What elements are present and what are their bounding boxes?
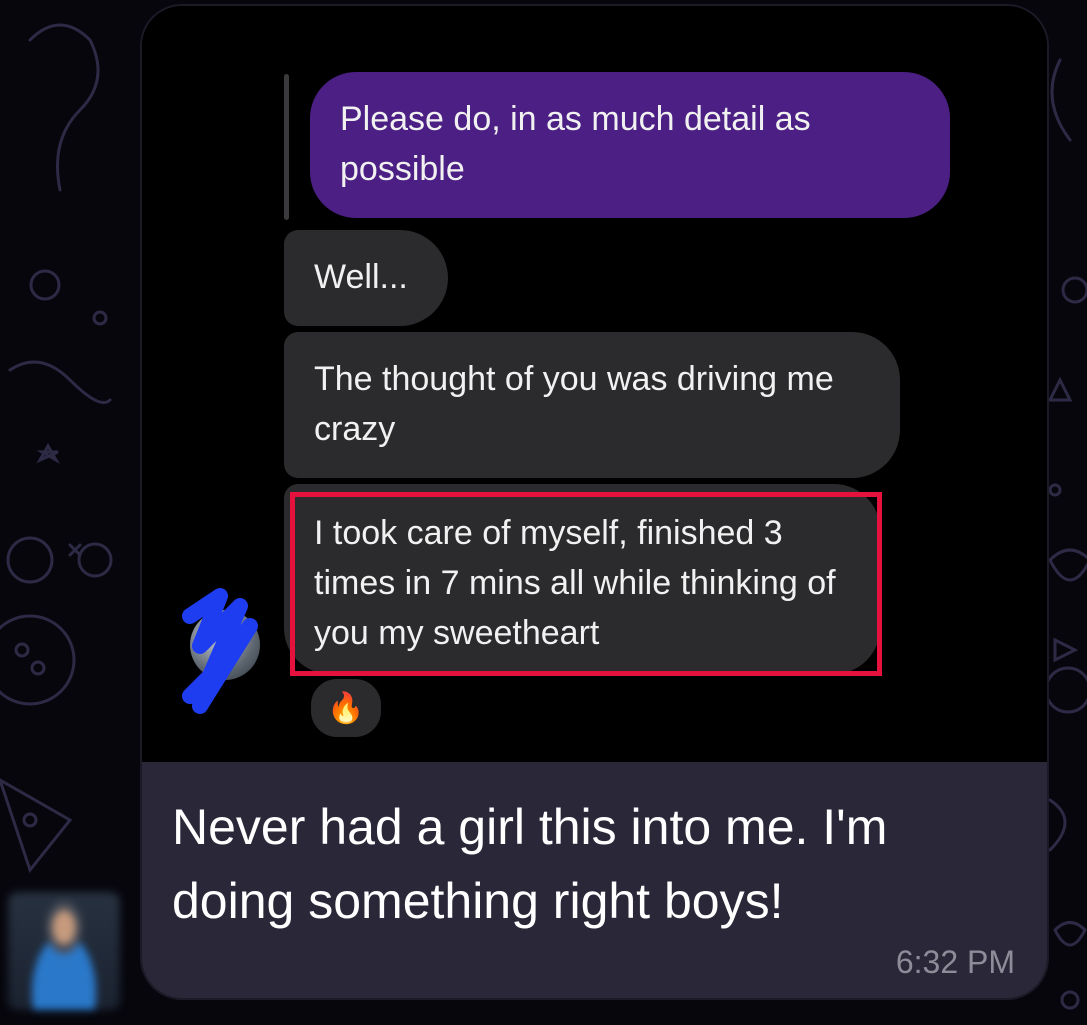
blue-scribble-redaction xyxy=(182,588,258,714)
post-card: Please do, in as much detail as possible… xyxy=(142,6,1047,998)
reply-indicator-bar xyxy=(284,74,289,220)
chat-view: Please do, in as much detail as possible… xyxy=(0,0,1087,1025)
message-bubble-thought: The thought of you was driving me crazy xyxy=(284,332,900,478)
fire-emoji-icon: 🔥 xyxy=(308,676,384,740)
poster-avatar[interactable] xyxy=(8,892,120,1010)
message-bubble-well: Well... xyxy=(284,230,448,326)
quoted-message-bubble: Please do, in as much detail as possible xyxy=(310,72,950,218)
reaction-emoji: 🔥 xyxy=(327,691,365,725)
red-highlight-box xyxy=(290,492,882,676)
post-caption: Never had a girl this into me. I'm doing… xyxy=(172,799,888,929)
caption-area: Never had a girl this into me. I'm doing… xyxy=(142,762,1047,998)
embedded-chat-screenshot: Please do, in as much detail as possible… xyxy=(142,6,1047,762)
message-timestamp: 6:32 PM xyxy=(895,944,1015,980)
